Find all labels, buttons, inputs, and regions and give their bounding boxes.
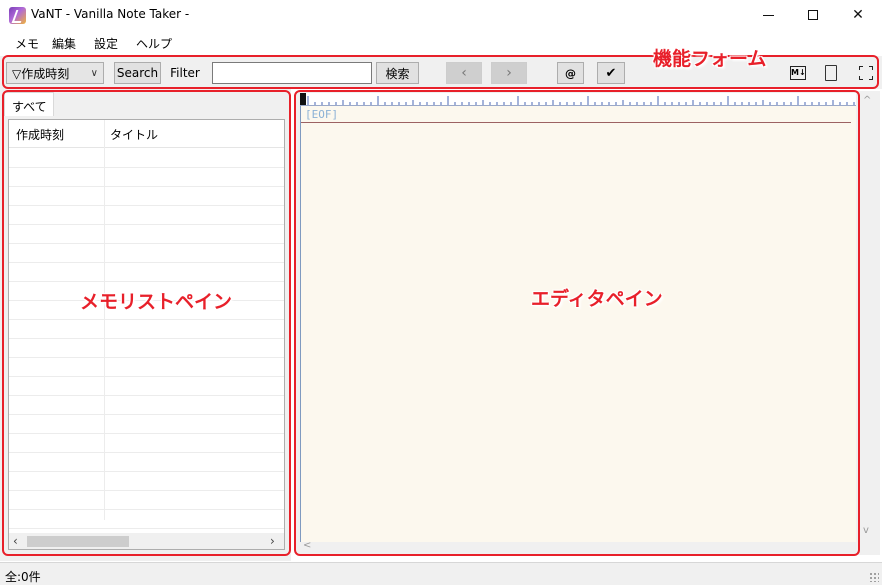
minimize-icon xyxy=(762,14,774,16)
window-title: VaNT - Vanilla Note Taker - xyxy=(31,7,190,21)
title-bar: VaNT - Vanilla Note Taker - ✕ xyxy=(0,0,882,30)
app-logo-icon xyxy=(9,7,26,24)
minimize-button[interactable] xyxy=(745,0,791,30)
scroll-up-icon[interactable]: ^ xyxy=(863,95,871,106)
annotation-editor-label: エディタペイン xyxy=(531,288,663,310)
menu-memo[interactable]: メモ xyxy=(15,35,39,52)
menu-settings[interactable]: 設定 xyxy=(94,35,118,52)
status-count: 全:0件 xyxy=(5,570,41,584)
editor-vertical-scrollbar[interactable]: ^ v xyxy=(858,93,876,542)
menu-help[interactable]: ヘルプ xyxy=(136,35,172,52)
maximize-button[interactable] xyxy=(790,0,836,30)
close-icon: ✕ xyxy=(852,7,864,23)
annotation-memo-list-box xyxy=(2,90,291,556)
close-button[interactable]: ✕ xyxy=(835,0,881,30)
menu-edit[interactable]: 編集 xyxy=(52,35,76,52)
annotation-memo-list-label: メモリストペイン xyxy=(80,291,233,313)
maximize-icon xyxy=(808,10,818,20)
status-bar: 全:0件 xyxy=(0,562,882,585)
resize-grip-icon[interactable] xyxy=(869,572,879,582)
annotation-function-form-label: 機能フォーム xyxy=(653,48,767,70)
scroll-down-icon[interactable]: v xyxy=(863,525,869,536)
annotation-editor-box xyxy=(294,90,860,556)
